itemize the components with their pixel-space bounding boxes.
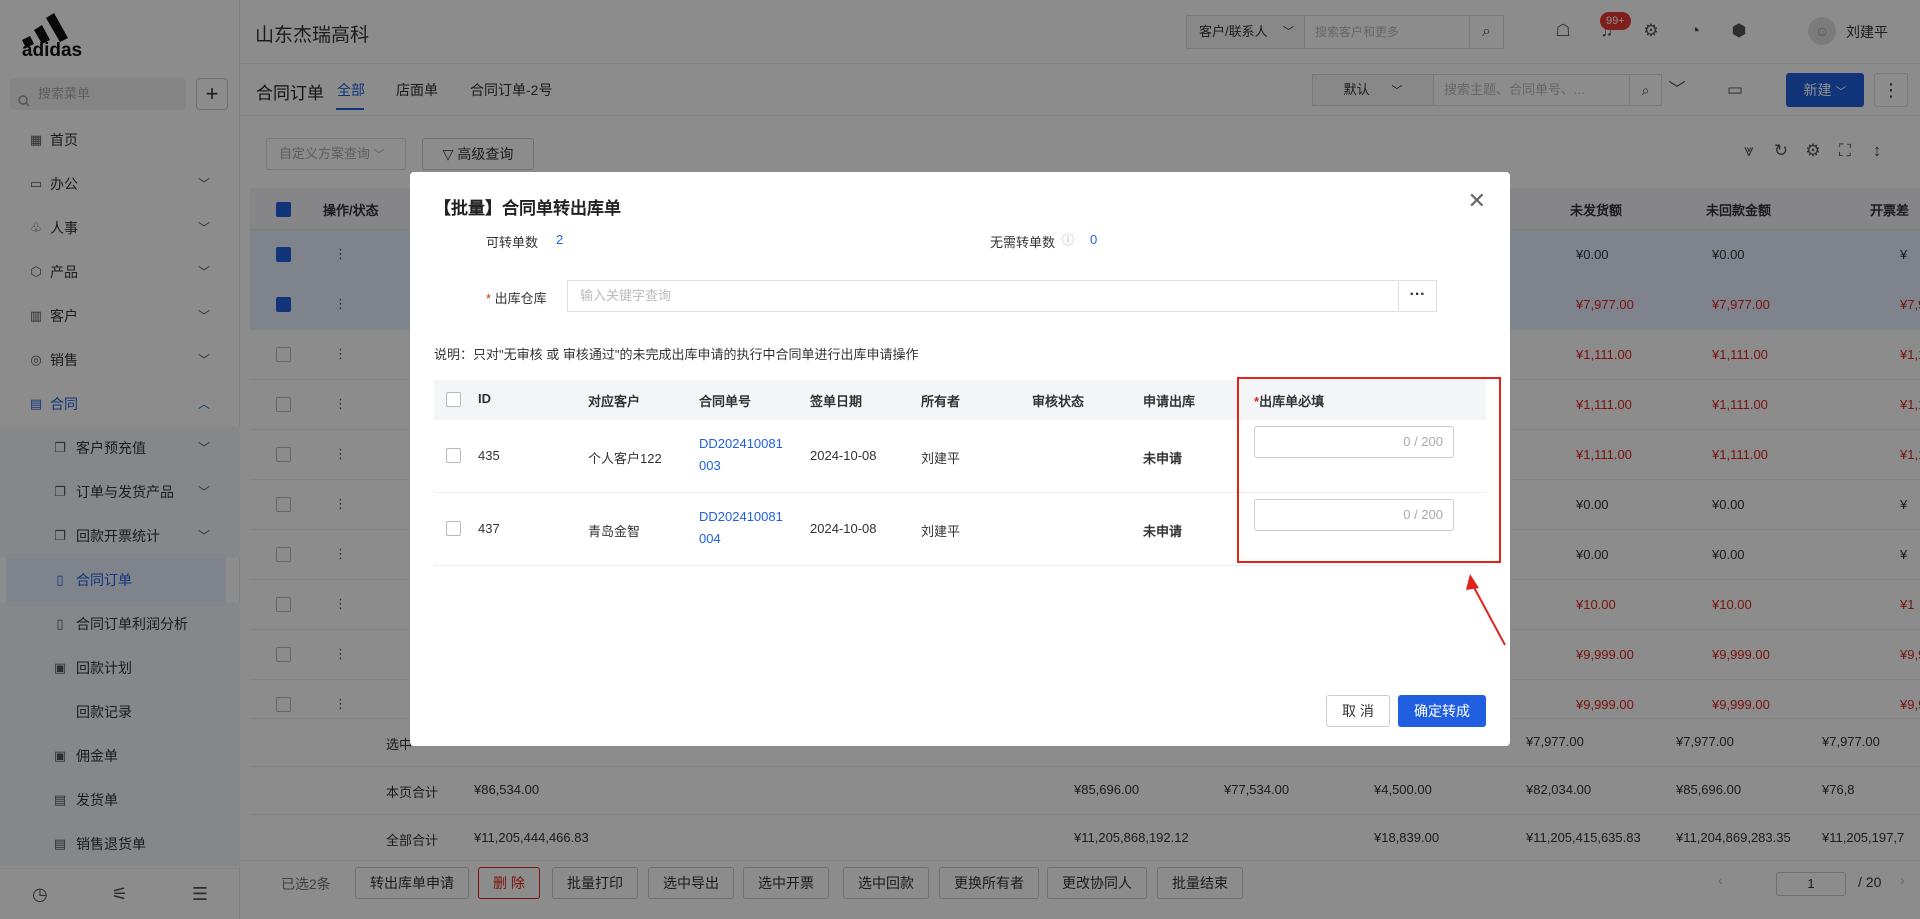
confirm-convert-button[interactable]: 确定转成 <box>1398 695 1486 727</box>
no-need-value: 0 <box>1090 232 1098 247</box>
required-mark: * <box>486 291 495 306</box>
row-contract-link-cont[interactable]: 003 <box>699 458 721 473</box>
modal-title: 【批量】合同单转出库单 <box>434 199 621 218</box>
modal-header-customer: 对应客户 <box>588 394 641 409</box>
row-checkbox[interactable] <box>446 448 461 463</box>
modal-header-contract-no: 合同单号 <box>699 394 752 409</box>
row-customer: 个人客户122 <box>588 451 662 466</box>
modal-select-all-checkbox[interactable] <box>446 392 461 407</box>
highlight-box <box>1237 377 1501 563</box>
cancel-button[interactable]: 取 消 <box>1326 695 1390 727</box>
row-apply-status: 未申请 <box>1143 524 1183 539</box>
warehouse-placeholder: 输入关键字查询 <box>580 288 672 303</box>
batch-convert-modal: 【批量】合同单转出库单 ✕ 可转单数 2 无需转单数 ⓘ 0 * 出库仓库 输入… <box>410 172 1510 746</box>
warehouse-label: * 出库仓库 <box>486 288 547 307</box>
row-sign-date: 2024-10-08 <box>810 521 877 536</box>
help-icon[interactable]: ⓘ <box>1062 231 1074 248</box>
modal-header-sign-date: 签单日期 <box>810 394 863 409</box>
row-contract-link-cont[interactable]: 004 <box>699 531 721 546</box>
convertible-value: 2 <box>556 232 564 247</box>
modal-note: 说明：只对"无审核 或 审核通过"的未完成出库申请的执行中合同单进行出库申请操作 <box>434 347 919 362</box>
row-owner: 刘建平 <box>921 524 961 539</box>
modal-header-audit: 审核状态 <box>1032 394 1085 409</box>
no-need-label: 无需转单数 <box>990 235 1056 250</box>
row-checkbox[interactable] <box>446 521 461 536</box>
convertible-label: 可转单数 <box>486 235 539 250</box>
annotation-arrow <box>1466 574 1506 646</box>
row-customer: 青岛金智 <box>588 524 641 539</box>
modal-header-apply: 申请出库 <box>1143 394 1196 409</box>
warehouse-label-text: 出库仓库 <box>494 291 547 306</box>
row-apply-status: 未申请 <box>1143 451 1183 466</box>
close-icon[interactable]: ✕ <box>1468 188 1486 214</box>
warehouse-picker-button[interactable]: ··· <box>1399 280 1437 312</box>
warehouse-input[interactable]: 输入关键字查询 <box>567 280 1399 312</box>
row-id: 437 <box>478 521 500 536</box>
row-owner: 刘建平 <box>921 451 961 466</box>
modal-header-id: ID <box>478 391 491 406</box>
row-sign-date: 2024-10-08 <box>810 448 877 463</box>
more-horizontal-icon: ··· <box>1409 286 1426 303</box>
row-contract-link[interactable]: DD202410081 <box>699 509 783 524</box>
row-id: 435 <box>478 448 500 463</box>
row-contract-link[interactable]: DD202410081 <box>699 436 783 451</box>
modal-header-owner: 所有者 <box>921 394 961 409</box>
